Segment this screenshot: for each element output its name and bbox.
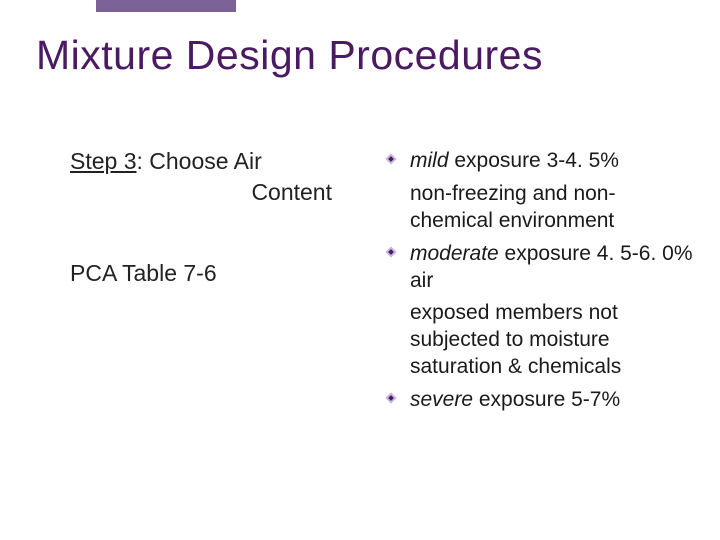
diamond-bullet-icon	[384, 245, 398, 259]
bullet-lead-italic: mild	[410, 149, 449, 172]
list-item: mild exposure 3-4. 5%	[384, 148, 694, 175]
list-item: severe exposure 5-7%	[384, 387, 694, 414]
bullet-lead-italic: severe	[410, 388, 473, 411]
step-heading-line2: Content	[70, 179, 360, 206]
diamond-bullet-icon	[384, 152, 398, 166]
right-column: mild exposure 3-4. 5% non-freezing and n…	[384, 148, 694, 422]
diamond-bullet-icon	[384, 391, 398, 405]
bullet-lead-rest: exposure 5-7%	[473, 388, 620, 411]
step-label: Step 3	[70, 148, 137, 174]
bullet-sub: exposed members not subjected to moistur…	[384, 300, 694, 381]
bullet-lead-italic: moderate	[410, 242, 499, 265]
pca-reference: PCA Table 7-6	[70, 260, 360, 287]
left-column: Step 3: Choose Air Content PCA Table 7-6	[70, 148, 360, 287]
accent-bar	[96, 0, 236, 12]
list-item: moderate exposure 4. 5-6. 0% air	[384, 241, 694, 295]
slide-title: Mixture Design Procedures	[36, 32, 543, 79]
step-heading: Step 3: Choose Air	[70, 148, 360, 175]
bullet-lead-rest: exposure 3-4. 5%	[449, 149, 619, 172]
bullet-sub: non-freezing and non-chemical environmen…	[384, 181, 694, 235]
step-rest: : Choose Air	[137, 148, 262, 174]
slide: Mixture Design Procedures Step 3: Choose…	[0, 0, 720, 540]
